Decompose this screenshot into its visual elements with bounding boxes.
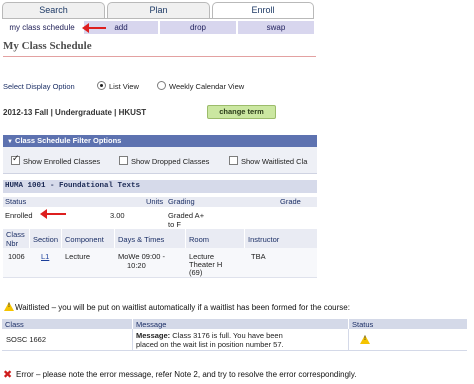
show-dropped-label: Show Dropped Classes bbox=[131, 157, 210, 166]
filter-title: Class Schedule Filter Options bbox=[15, 136, 122, 145]
course-title: HUMA 1001 - Foundational Texts bbox=[3, 180, 317, 193]
days-times-line2: 10:20 bbox=[127, 261, 146, 270]
section-link[interactable]: L1 bbox=[41, 252, 49, 261]
table-row: 1006 L1 Lecture MoWe 09:00 - 10:20 Lectu… bbox=[3, 248, 317, 278]
room-line3: (69) bbox=[189, 268, 203, 277]
header-status: Status bbox=[5, 197, 27, 206]
header-days-times: Days & Times bbox=[118, 235, 165, 244]
top-tabs: Search Plan Enroll bbox=[2, 2, 314, 18]
error-note: Error – please note the error message, r… bbox=[16, 370, 357, 379]
days-times-line1: MoWe 09:00 - bbox=[118, 252, 165, 261]
header-section: Section bbox=[33, 235, 59, 244]
units-value: 3.00 bbox=[110, 211, 125, 220]
header-instructor: Instructor bbox=[248, 235, 280, 244]
class-table-header: Class Nbr Section Component Days & Times… bbox=[3, 229, 317, 248]
component-value: Lecture bbox=[65, 252, 91, 261]
subtab-my-class-schedule[interactable]: my class schedule bbox=[2, 21, 82, 34]
error-icon: ✖ bbox=[3, 368, 13, 381]
tabs-divider bbox=[2, 18, 314, 19]
weekly-calendar-label: Weekly Calendar View bbox=[169, 82, 245, 91]
course-summary-header: Status Units Grading Grade bbox=[3, 197, 317, 207]
header-class-nbr-1: Class bbox=[6, 230, 25, 239]
collapse-arrow-icon[interactable]: ▼ bbox=[7, 139, 13, 145]
header-room: Room bbox=[189, 235, 210, 244]
class-nbr-value: 1006 bbox=[8, 252, 25, 261]
wl-message-label: Message: bbox=[136, 331, 171, 340]
tab-plan[interactable]: Plan bbox=[107, 2, 210, 18]
filter-header[interactable]: ▼ Class Schedule Filter Options bbox=[3, 135, 317, 147]
show-enrolled-checkbox[interactable] bbox=[11, 154, 20, 165]
wl-header-status: Status bbox=[352, 320, 374, 329]
sub-tabs: my class schedule add drop swap bbox=[2, 21, 314, 34]
list-view-radio[interactable] bbox=[97, 81, 106, 90]
weekly-calendar-radio[interactable] bbox=[157, 81, 166, 90]
warning-icon bbox=[4, 302, 14, 311]
show-waitlisted-label: Show Waitlisted Cla bbox=[241, 157, 308, 166]
list-view-label: List View bbox=[109, 82, 139, 91]
instructor-value: TBA bbox=[251, 252, 266, 261]
header-class-nbr-2: Nbr bbox=[6, 239, 19, 248]
grading-value-line2: to F bbox=[168, 220, 181, 229]
wl-message-text1: Class 3176 is full. You have been bbox=[170, 331, 283, 340]
change-term-button[interactable]: change term bbox=[207, 105, 276, 119]
wl-message-line1: Message: Class 3176 is full. You have be… bbox=[136, 331, 283, 340]
wl-header-class: Class bbox=[5, 320, 24, 329]
subtab-drop[interactable]: drop bbox=[160, 21, 236, 34]
header-grade: Grade bbox=[280, 197, 301, 206]
annotation-arrow bbox=[40, 209, 66, 219]
wl-class-value: SOSC 1662 bbox=[6, 335, 47, 344]
waitlist-table-header: Class Message Status bbox=[2, 319, 467, 329]
wl-header-message: Message bbox=[136, 320, 167, 329]
enrollment-status: Enrolled bbox=[5, 211, 33, 220]
header-units: Units bbox=[146, 197, 164, 206]
grading-value-line1: Graded A+ bbox=[168, 211, 205, 220]
annotation-arrow bbox=[82, 23, 106, 33]
header-component: Component bbox=[65, 235, 104, 244]
tab-enroll[interactable]: Enroll bbox=[212, 2, 314, 18]
wl-message-line2: placed on the wait list in position numb… bbox=[136, 340, 284, 349]
show-waitlisted-checkbox[interactable] bbox=[229, 156, 238, 165]
display-option-label: Select Display Option bbox=[3, 82, 75, 91]
term-info: 2012-13 Fall | Undergraduate | HKUST bbox=[3, 108, 147, 117]
waitlist-status-icon bbox=[360, 335, 370, 344]
show-dropped-checkbox[interactable] bbox=[119, 156, 128, 165]
title-divider bbox=[3, 56, 316, 57]
table-row: SOSC 1662 Message: Class 3176 is full. Y… bbox=[2, 329, 467, 351]
page-title: My Class Schedule bbox=[3, 40, 92, 52]
tab-search[interactable]: Search bbox=[2, 2, 105, 18]
show-enrolled-label: Show Enrolled Classes bbox=[23, 157, 101, 166]
header-grading: Grading bbox=[168, 197, 195, 206]
filter-options: Show Enrolled Classes Show Dropped Class… bbox=[3, 147, 317, 174]
subtab-swap[interactable]: swap bbox=[238, 21, 314, 34]
waitlist-note: Waitlisted – you will be put on waitlist… bbox=[15, 303, 350, 312]
waitlist-table: Class Message Status SOSC 1662 Message: … bbox=[2, 319, 467, 351]
